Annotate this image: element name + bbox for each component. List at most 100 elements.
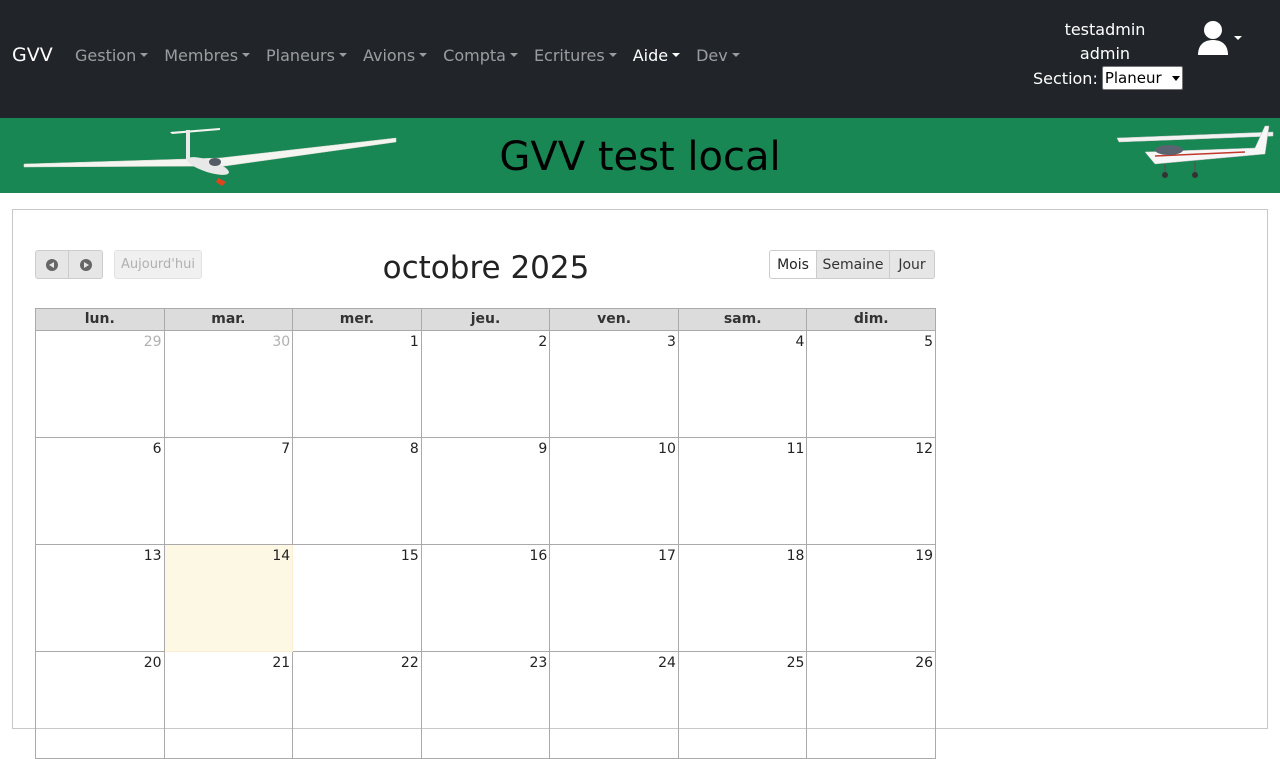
user-menu-caret-icon[interactable] [1234, 36, 1242, 40]
view-month-button[interactable]: Mois [769, 250, 817, 279]
brand-link[interactable]: GVV [12, 44, 53, 66]
prev-month-button[interactable] [35, 250, 69, 279]
day-cell[interactable]: 30 [164, 331, 294, 438]
day-number: 12 [915, 441, 934, 457]
day-cell[interactable]: 13 [35, 545, 165, 652]
day-cell[interactable]: 25 [678, 652, 808, 759]
view-day-button[interactable]: Jour [890, 250, 935, 279]
month-grid: lun. mar. mer. jeu. ven. sam. dim. 29 30… [35, 308, 937, 759]
weekday-sun: dim. [807, 308, 937, 331]
week-row: 29 30 1 2 3 4 5 [35, 331, 937, 438]
day-number: 13 [143, 548, 162, 564]
weekday-fri: ven. [550, 308, 679, 331]
caret-down-icon [731, 53, 740, 57]
user-name: testadmin [1064, 20, 1146, 39]
airplane-image [1116, 125, 1274, 178]
day-cell[interactable]: 19 [807, 545, 937, 652]
day-number: 5 [924, 334, 934, 350]
day-cell[interactable]: 16 [421, 545, 551, 652]
day-number: 30 [272, 334, 291, 350]
day-cell[interactable]: 22 [293, 652, 422, 759]
day-cell-today[interactable]: 14 [164, 545, 294, 652]
day-number: 23 [529, 655, 548, 671]
user-info: testadmin admin [1030, 18, 1180, 66]
menu-membres-label: Membres [164, 45, 239, 65]
weekday-header: lun. mar. mer. jeu. ven. sam. dim. [35, 308, 937, 331]
caret-down-icon [672, 53, 681, 57]
day-cell[interactable]: 23 [421, 652, 551, 759]
menu-ecritures[interactable]: Ecritures [526, 44, 625, 66]
day-number: 20 [143, 655, 162, 671]
section-select[interactable]: Planeur [1101, 66, 1183, 90]
day-number: 29 [143, 334, 162, 350]
next-month-button[interactable] [69, 250, 103, 279]
menu-planeurs[interactable]: Planeurs [258, 44, 355, 66]
section-label: Section: [1033, 68, 1098, 88]
today-button[interactable]: Aujourd'hui [114, 250, 202, 279]
week-row: 6 7 8 9 10 11 12 [35, 438, 937, 545]
day-number: 3 [666, 334, 676, 350]
week-row: 13 14 15 16 17 18 19 [35, 545, 937, 652]
menu-membres[interactable]: Membres [156, 44, 258, 66]
menu-avions-label: Avions [362, 45, 416, 65]
caret-down-icon [509, 53, 518, 57]
day-cell[interactable]: 24 [550, 652, 679, 759]
day-cell[interactable]: 3 [550, 331, 679, 438]
caret-down-icon [140, 53, 149, 57]
top-navbar: GVV Gestion Membres Planeurs Avions Comp… [0, 0, 1280, 118]
main-menu: Gestion Membres Planeurs Avions Compta E… [67, 44, 748, 66]
day-cell[interactable]: 11 [678, 438, 808, 545]
day-number: 26 [915, 655, 934, 671]
week-row: 20 21 22 23 24 25 26 [35, 652, 937, 759]
menu-compta[interactable]: Compta [435, 44, 526, 66]
day-cell[interactable]: 26 [807, 652, 937, 759]
day-number: 1 [409, 334, 419, 350]
day-number: 4 [795, 334, 805, 350]
day-number: 7 [281, 441, 291, 457]
view-switcher: Mois Semaine Jour [769, 250, 935, 279]
caret-down-icon [338, 53, 347, 57]
weekday-tue: mar. [164, 308, 294, 331]
day-number: 14 [272, 548, 291, 564]
view-week-button[interactable]: Semaine [817, 250, 890, 279]
day-cell[interactable]: 4 [678, 331, 808, 438]
day-cell[interactable]: 17 [550, 545, 679, 652]
day-cell[interactable]: 21 [164, 652, 294, 759]
day-cell[interactable]: 7 [164, 438, 294, 545]
day-number: 11 [786, 441, 805, 457]
page-title: GVV test local [499, 134, 781, 180]
weekday-thu: jeu. [421, 308, 551, 331]
day-number: 10 [658, 441, 676, 457]
caret-down-icon [242, 53, 251, 57]
weekday-wed: mer. [293, 308, 422, 331]
day-cell[interactable]: 6 [35, 438, 165, 545]
menu-aide[interactable]: Aide [625, 44, 688, 66]
day-number: 19 [915, 548, 934, 564]
caret-down-icon [608, 53, 617, 57]
day-number: 2 [538, 334, 548, 350]
day-cell[interactable]: 12 [807, 438, 937, 545]
day-cell[interactable]: 2 [421, 331, 551, 438]
user-role: admin [1079, 44, 1131, 63]
menu-compta-label: Compta [443, 45, 506, 65]
day-cell[interactable]: 29 [35, 331, 165, 438]
day-cell[interactable]: 1 [293, 331, 422, 438]
menu-gestion-label: Gestion [75, 45, 137, 65]
day-number: 22 [400, 655, 419, 671]
menu-ecritures-label: Ecritures [533, 45, 605, 65]
day-cell[interactable]: 9 [421, 438, 551, 545]
day-cell[interactable]: 8 [293, 438, 422, 545]
menu-avions[interactable]: Avions [355, 44, 435, 66]
arrow-left-icon [46, 258, 58, 271]
day-cell[interactable]: 20 [35, 652, 165, 759]
menu-dev[interactable]: Dev [688, 44, 748, 66]
user-icon[interactable] [1196, 20, 1230, 56]
menu-gestion[interactable]: Gestion [67, 44, 156, 66]
day-cell[interactable]: 18 [678, 545, 808, 652]
day-cell[interactable]: 15 [293, 545, 422, 652]
site-banner: GVV test local [0, 118, 1280, 193]
chevron-down-icon [1171, 75, 1180, 81]
day-cell[interactable]: 5 [807, 331, 937, 438]
day-number: 17 [658, 548, 676, 564]
day-cell[interactable]: 10 [550, 438, 679, 545]
